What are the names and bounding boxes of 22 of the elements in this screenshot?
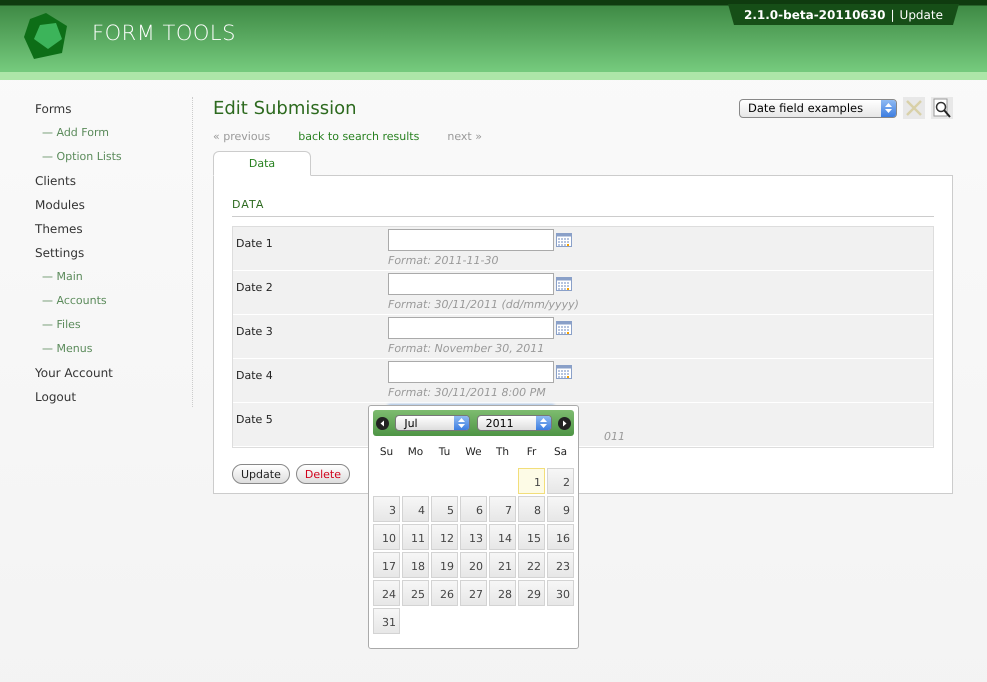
weekday-label: We [464,446,483,458]
format-hint: 011 [604,430,625,443]
format-hint: Format: 2011-11-30 [388,254,500,267]
version-text: 2.1.0-beta-20110630 [744,8,886,22]
weekday-label: Fr [526,446,538,458]
format-hint: Format: 30/11/2011 8:00 PM [388,386,547,399]
weekday-label: Su [378,446,394,458]
logo-text: FORM TOOLS [92,21,236,45]
weekday-label: Mo [406,446,424,458]
weekday-label: Sa [552,446,568,458]
weekday-label: Th [494,446,510,458]
field-label: Date 5 [236,413,273,426]
separator-text: | [890,8,895,22]
field-label: Date 4 [236,369,273,382]
format-hint: Format: November 30, 2011 [388,342,546,355]
field-label: Date 1 [236,237,273,250]
page-title: Edit Submission [213,98,357,118]
field-label: Date 3 [236,325,273,338]
weekday-label: Tu [438,446,452,458]
section-title: DATA [232,198,934,217]
field-label: Date 2 [236,281,273,294]
format-hint: Format: 30/11/2011 (dd/mm/yyyy) [388,298,579,311]
